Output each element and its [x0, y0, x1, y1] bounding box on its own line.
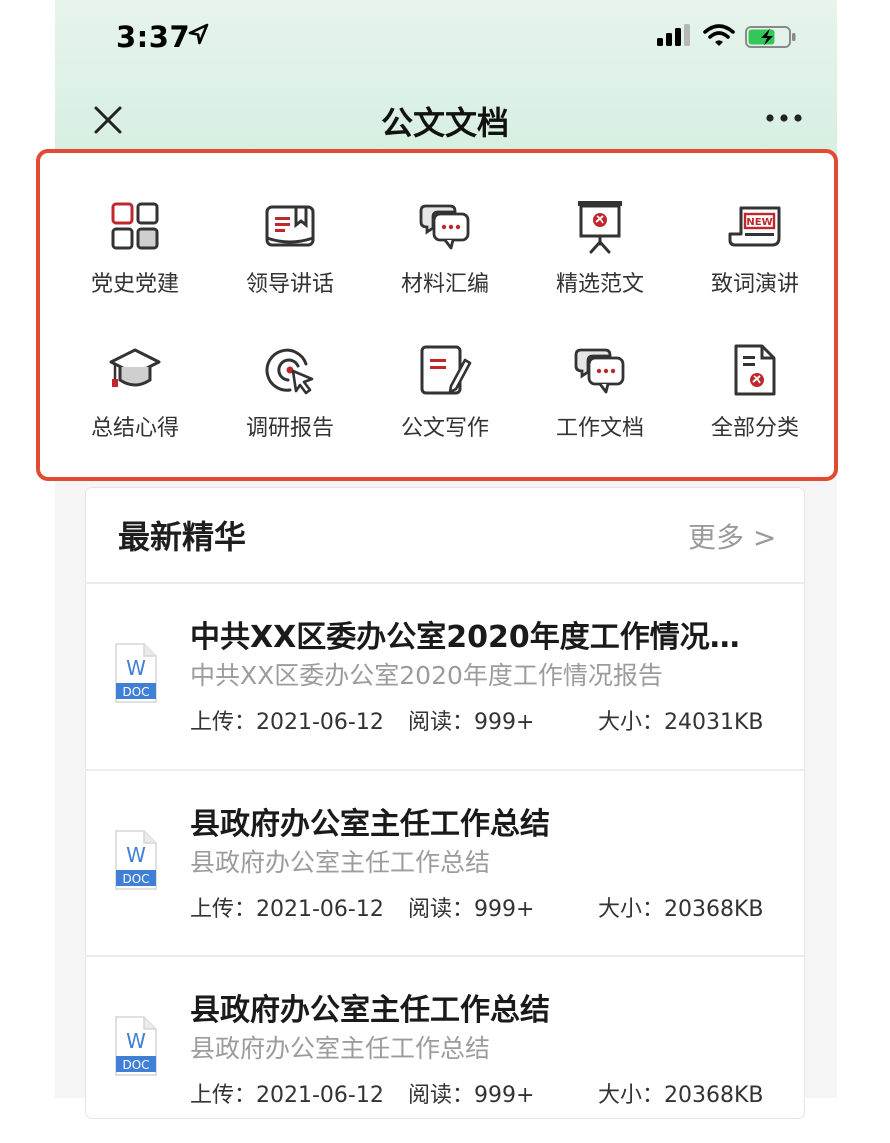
category-label: 致词演讲 [710, 272, 799, 297]
chat-bubbles-icon [574, 348, 625, 394]
read-count: 阅读：999+ [408, 1083, 535, 1108]
document-title: 县政府办公室主任工作总结 [190, 993, 550, 1028]
category-label: 领导讲话 [245, 272, 334, 297]
page-title: 公文文档 [380, 104, 509, 142]
presentation-board-icon [578, 201, 622, 254]
document-title: 中共XX区委办公室2020年度工作情况… [190, 620, 740, 655]
category-all[interactable]: 全部分类 [677, 342, 833, 462]
document-list-item[interactable]: W DOC 县政府办公室主任工作总结 县政府办公室主任工作总结 上传：2021-… [86, 957, 804, 1143]
category-work-documents[interactable]: 工作文档 [522, 342, 678, 462]
category-party-history[interactable]: 党史党建 [57, 198, 213, 318]
document-subtitle: 县政府办公室主任工作总结 [190, 848, 491, 877]
document-title: 县政府办公室主任工作总结 [190, 807, 550, 842]
category-label: 调研报告 [245, 416, 334, 441]
category-label: 全部分类 [710, 416, 799, 441]
document-subtitle: 县政府办公室主任工作总结 [190, 1034, 491, 1063]
category-label: 精选范文 [555, 272, 644, 297]
open-book-icon [265, 205, 315, 247]
word-doc-icon: W DOC [115, 643, 157, 703]
category-label: 总结心得 [90, 416, 179, 441]
document-list-item[interactable]: W DOC 县政府办公室主任工作总结 县政府办公室主任工作总结 上传：2021-… [86, 771, 804, 957]
location-arrow-icon [188, 23, 209, 45]
target-cursor-icon [265, 348, 314, 395]
svg-text:DOC: DOC [122, 872, 149, 886]
category-label: 材料汇编 [400, 272, 489, 297]
category-speeches[interactable]: NEW 致词演讲 [677, 198, 833, 318]
svg-text:W: W [126, 843, 146, 867]
category-selected-essays[interactable]: 精选范文 [522, 198, 678, 318]
status-time: 3:37 [116, 20, 191, 54]
category-official-writing[interactable]: 公文写作 [367, 342, 523, 462]
category-leader-speech[interactable]: 领导讲话 [212, 198, 368, 318]
category-label: 公文写作 [400, 416, 489, 441]
svg-text:DOC: DOC [122, 1058, 149, 1072]
category-research-report[interactable]: 调研报告 [212, 342, 368, 462]
read-count: 阅读：999+ [408, 710, 535, 735]
newspaper-new-icon: NEW [728, 206, 781, 247]
grid-apps-icon [111, 202, 159, 250]
file-size: 大小：24031KB [598, 710, 764, 735]
graduation-cap-icon [109, 348, 161, 387]
word-doc-icon: W DOC [115, 830, 157, 890]
upload-date: 上传：2021-06-12 [190, 1083, 384, 1108]
document-pen-icon [420, 345, 472, 395]
category-label: 工作文档 [555, 416, 644, 441]
svg-text:DOC: DOC [122, 685, 149, 699]
file-size: 大小：20368KB [598, 1083, 764, 1108]
cellular-signal-icon [657, 24, 690, 46]
more-options-icon[interactable] [764, 110, 804, 126]
battery-charging-icon [745, 26, 796, 48]
wifi-icon [703, 24, 735, 46]
document-list-item[interactable]: W DOC 中共XX区委办公室2020年度工作情况… 中共XX区委办公室2020… [86, 584, 804, 770]
chat-bubbles-icon [419, 204, 470, 250]
section-title: 最新精华 [118, 518, 247, 556]
upload-date: 上传：2021-06-12 [190, 897, 384, 922]
word-doc-icon: W DOC [115, 1016, 157, 1076]
upload-date: 上传：2021-06-12 [190, 710, 384, 735]
category-material-compilation[interactable]: 材料汇编 [367, 198, 523, 318]
svg-text:W: W [126, 1029, 146, 1053]
document-subtitle: 中共XX区委办公室2020年度工作情况报告 [190, 661, 663, 690]
svg-text:W: W [126, 656, 146, 680]
category-label: 党史党建 [90, 272, 179, 297]
category-summary[interactable]: 总结心得 [57, 342, 213, 462]
more-link[interactable]: 更多 > [688, 516, 776, 556]
file-size: 大小：20368KB [598, 897, 764, 922]
read-count: 阅读：999+ [408, 897, 535, 922]
file-emblem-icon [734, 344, 776, 396]
svg-text:NEW: NEW [746, 217, 772, 228]
